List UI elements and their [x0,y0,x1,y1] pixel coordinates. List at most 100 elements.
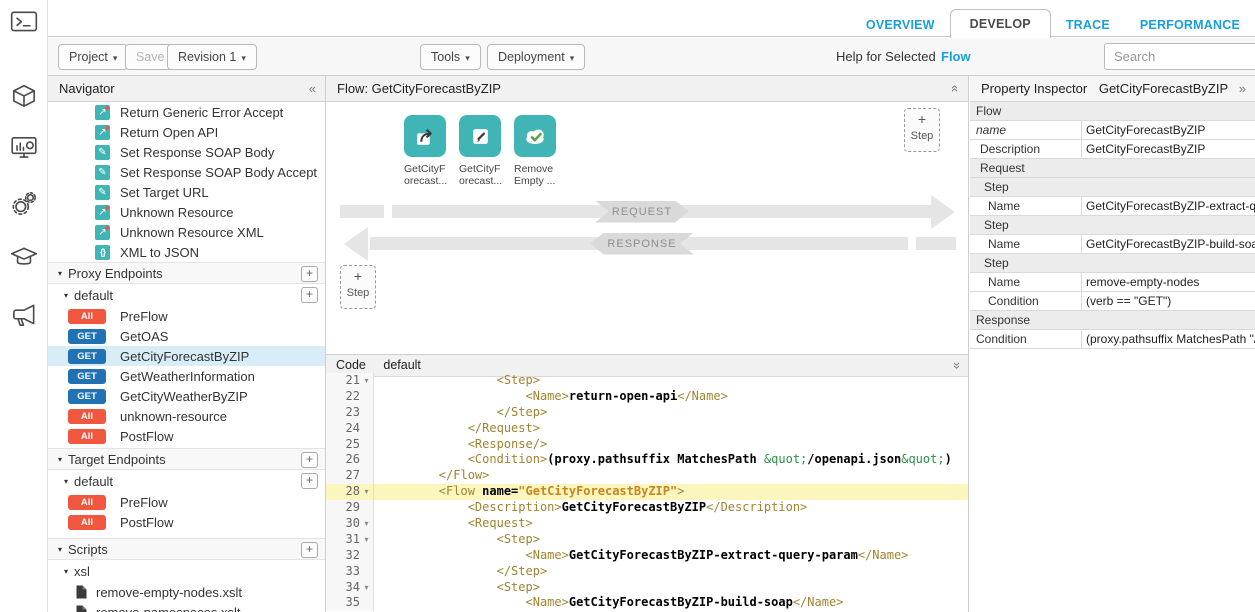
flow-label: GetCityForecastByZIP [120,349,249,364]
code-line[interactable]: 31▾ <Step> [326,532,968,548]
code-title: Code [336,358,366,372]
property-value[interactable]: (proxy.pathsuffix MatchesPath "/c [1082,330,1255,348]
property-value[interactable]: (verb == "GET") [1082,292,1255,310]
chevron-down-icon: ▾ [113,53,118,63]
admin-gears-icon[interactable] [9,189,39,219]
script-file-item[interactable]: remove-namespaces.xslt [48,602,325,612]
code-line[interactable]: 28▾ <Flow name="GetCityForecastByZIP"> [326,484,968,500]
navigator-policy-item[interactable]: {}XML to JSON [48,242,325,262]
navigator-policy-item[interactable]: ↗Return Open API [48,122,325,142]
section-scripts[interactable]: ▾ Scripts + [48,538,325,560]
code-line[interactable]: 21▾ <Step> [326,373,968,389]
code-line[interactable]: 33 </Step> [326,564,968,580]
code-text: <Step> [374,580,540,596]
flow-row[interactable]: AllPreFlow [48,306,325,326]
navigator-policy-item[interactable]: ↗Unknown Resource [48,202,325,222]
flow-label: GetOAS [120,329,168,344]
property-label: name [970,121,1082,139]
section-target-endpoints[interactable]: ▾ Target Endpoints + [48,448,325,470]
packages-icon[interactable] [9,82,39,112]
fold-spacer [360,595,373,611]
code-text: <Request> [374,516,533,532]
navigator-policy-item[interactable]: ✎Set Response SOAP Body [48,142,325,162]
script-file-item[interactable]: remove-empty-nodes.xslt [48,582,325,602]
code-line[interactable]: 23 </Step> [326,405,968,421]
property-value[interactable]: GetCityForecastByZIP [1082,140,1255,158]
scripts-xsl-group[interactable]: ▾ xsl [48,560,325,582]
add-script-button[interactable]: + [301,542,318,558]
flow-row[interactable]: Allunknown-resource [48,406,325,426]
flow-row[interactable]: GETGetOAS [48,326,325,346]
inspector-section-row: Step [970,254,1255,273]
file-icon [76,605,87,612]
code-editor[interactable]: 21▾ <Step>22 <Name>return-open-api</Name… [326,373,968,612]
tools-menu-button[interactable]: Tools▾ [420,44,481,70]
revision-menu-button[interactable]: Revision 1▾ [167,44,257,70]
navigator-policy-item[interactable]: ↗Unknown Resource XML [48,222,325,242]
search-input[interactable] [1104,43,1255,70]
tab-trace[interactable]: TRACE [1051,11,1125,41]
code-line[interactable]: 35 <Name>GetCityForecastByZIP-build-soap… [326,595,968,611]
file-label: remove-namespaces.xslt [96,605,241,612]
announcements-icon[interactable] [9,300,39,330]
property-value[interactable]: GetCityForecastByZIP [1082,121,1255,139]
add-proxy-endpoint-button[interactable]: + [301,266,318,282]
fold-arrow-icon[interactable]: ▾ [360,516,373,532]
proxy-endpoint-default[interactable]: ▾ default + [48,284,325,306]
analytics-icon[interactable] [9,133,39,163]
line-number: 30▾ [326,516,374,532]
navigator-policy-item[interactable]: ↗Return Generic Error Accept [48,102,325,122]
chevron-down-icon: ▾ [58,455,62,464]
terminal-icon[interactable] [9,7,39,37]
flow-step[interactable]: GetCityForecast... [459,115,513,187]
property-value[interactable]: GetCityForecastByZIP-build-soap [1082,235,1255,253]
project-menu-button[interactable]: Project▾ [58,44,128,70]
add-flow-button[interactable]: + [301,287,318,303]
code-line[interactable]: 29 <Description>GetCityForecastByZIP</De… [326,500,968,516]
fold-arrow-icon[interactable]: ▾ [360,580,373,596]
flow-label: unknown-resource [120,409,227,424]
add-step-button[interactable]: +Step [340,265,376,309]
flow-row[interactable]: AllPostFlow [48,426,325,446]
section-label: Step [984,180,1009,194]
code-line[interactable]: 32 <Name>GetCityForecastByZIP-extract-qu… [326,548,968,564]
flow-step[interactable]: RemoveEmpty ... [514,115,568,187]
flow-row[interactable]: GETGetWeatherInformation [48,366,325,386]
code-line[interactable]: 24 </Request> [326,421,968,437]
property-label: Name [970,197,1082,215]
collapse-navigator-icon[interactable]: « [309,76,316,101]
chevron-down-icon: ▾ [58,545,62,554]
target-endpoint-default[interactable]: ▾ default + [48,470,325,492]
code-line[interactable]: 27 </Flow> [326,468,968,484]
flow-row[interactable]: GETGetCityForecastByZIP [48,346,325,366]
flow-row[interactable]: AllPostFlow [48,512,325,532]
response-bar-segment [916,237,956,250]
collapse-inspector-icon[interactable]: » [1239,76,1246,101]
navigator-policy-item[interactable]: ✎Set Response SOAP Body Accept [48,162,325,182]
tab-performance[interactable]: PERFORMANCE [1125,11,1255,41]
tab-overview[interactable]: OVERVIEW [851,11,950,41]
collapse-flow-panel-icon[interactable]: « [952,76,959,101]
code-line[interactable]: 30▾ <Request> [326,516,968,532]
code-line[interactable]: 26 <Condition>(proxy.pathsuffix MatchesP… [326,452,968,468]
line-number: 24 [326,421,374,437]
add-flow-button[interactable]: + [301,473,318,489]
help-flow-link[interactable]: Flow [941,49,971,64]
add-target-endpoint-button[interactable]: + [301,452,318,468]
flow-step[interactable]: GetCityForecast... [404,115,458,187]
fold-arrow-icon[interactable]: ▾ [360,484,373,500]
code-line[interactable]: 25 <Response/> [326,437,968,453]
section-proxy-endpoints[interactable]: ▾ Proxy Endpoints + [48,262,325,284]
education-icon[interactable] [9,243,39,273]
property-value[interactable]: remove-empty-nodes [1082,273,1255,291]
navigator-policy-item[interactable]: ✎Set Target URL [48,182,325,202]
property-value[interactable]: GetCityForecastByZIP-extract-query-param [1082,197,1255,215]
fold-arrow-icon[interactable]: ▾ [360,373,373,389]
flow-row[interactable]: AllPreFlow [48,492,325,512]
code-line[interactable]: 34▾ <Step> [326,580,968,596]
fold-arrow-icon[interactable]: ▾ [360,532,373,548]
add-step-button[interactable]: +Step [904,108,940,152]
flow-row[interactable]: GETGetCityWeatherByZIP [48,386,325,406]
deployment-menu-button[interactable]: Deployment▾ [487,44,585,70]
code-line[interactable]: 22 <Name>return-open-api</Name> [326,389,968,405]
